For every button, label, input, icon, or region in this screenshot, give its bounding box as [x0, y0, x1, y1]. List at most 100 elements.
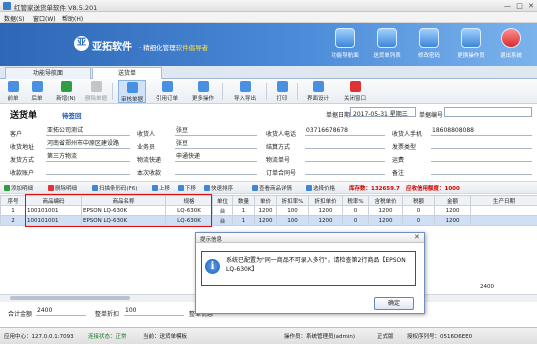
add-line-button[interactable]: 添加明细	[4, 184, 33, 192]
cell[interactable]: 0	[402, 215, 435, 226]
receiver-field[interactable]: 张豆	[175, 127, 257, 136]
new-button[interactable]: 新增(N)	[54, 80, 78, 103]
cell[interactable]: 1	[0, 205, 26, 216]
freight-field[interactable]	[431, 153, 532, 162]
cell[interactable]: 1200	[308, 205, 343, 216]
change-password-button[interactable]: 修改密码	[406, 26, 452, 64]
cell[interactable]: 100	[276, 215, 309, 226]
print-button[interactable]: 打印	[272, 80, 292, 103]
col-header[interactable]: 单位	[212, 195, 233, 206]
shipping-method-field[interactable]: 第三方物流	[46, 153, 130, 162]
cell[interactable]: 1200	[254, 205, 277, 216]
current-template: 当前：送货单模板	[143, 334, 188, 340]
cell[interactable]: 0	[342, 215, 369, 226]
current-payment-field[interactable]	[175, 166, 257, 175]
close-window-button[interactable]: 关闭窗口	[340, 80, 370, 103]
col-header[interactable]: 含税单价	[368, 195, 403, 206]
number-field[interactable]	[444, 107, 532, 117]
customer-field[interactable]: 亚拓公司测试	[46, 127, 130, 136]
select-price-button[interactable]: 选择价格	[306, 184, 335, 192]
toolbar-separator	[297, 83, 298, 100]
prev-record-button[interactable]: 前单	[4, 80, 22, 103]
ok-button[interactable]: 确定	[374, 297, 414, 310]
contract-number-field[interactable]	[305, 166, 385, 175]
audit-button[interactable]: 审核单据	[118, 80, 146, 103]
scrollbar-thumb[interactable]	[10, 296, 130, 300]
arrow-down-icon	[178, 185, 184, 191]
total-field[interactable]: 2400	[36, 307, 86, 316]
dialog-close-icon[interactable]: ✕	[414, 233, 420, 241]
cell[interactable]: 1200	[254, 215, 277, 226]
more-actions-button[interactable]: 更多操作	[189, 80, 217, 103]
settlement-label: 结算方式	[266, 144, 291, 151]
slogan-highlight: 软件倡导者	[175, 44, 209, 52]
label: 选择价格	[313, 186, 336, 192]
payment-account-field[interactable]	[46, 166, 130, 175]
cell[interactable]: 100	[276, 205, 309, 216]
next-record-button[interactable]: 后单	[28, 80, 46, 103]
col-header[interactable]: 序号	[0, 195, 26, 206]
slogan: · 精细化管理软件倡导者	[139, 42, 208, 52]
cell[interactable]: 1	[232, 215, 255, 226]
delete-line-button[interactable]: 删除明细	[48, 184, 77, 192]
courier-field[interactable]: 申通快递	[175, 153, 257, 162]
cell[interactable]: 2	[0, 215, 26, 226]
discount-field[interactable]: 100	[124, 307, 184, 316]
col-header[interactable]: 折扣单价	[308, 195, 343, 206]
import-export-button[interactable]: 导入导出	[230, 80, 260, 103]
tab-nav-panel[interactable]: 功能导航面	[5, 67, 91, 79]
move-down-button[interactable]: 下移	[178, 184, 196, 192]
delete-record-button[interactable]: 删除单据	[83, 80, 109, 103]
reference-order-button[interactable]: 引用订单	[153, 80, 181, 103]
scan-barcode-button[interactable]: 扫描条形码(F6)	[92, 184, 137, 192]
salesperson-field[interactable]: 张豆	[175, 140, 257, 149]
minimize-icon[interactable]: —	[504, 2, 511, 10]
close-icon[interactable]: ✕	[528, 2, 534, 10]
maximize-icon[interactable]: □	[516, 2, 523, 10]
cell[interactable]: 1200	[434, 215, 471, 226]
label: 后单	[31, 96, 43, 102]
col-header[interactable]: 金额	[434, 195, 471, 206]
quick-sort-button[interactable]: 快速排序	[204, 184, 233, 192]
app-icon	[3, 2, 11, 10]
check-icon	[126, 82, 138, 93]
tracking-number-field[interactable]	[305, 153, 385, 162]
col-header[interactable]: 数量	[232, 195, 255, 206]
col-header[interactable]: 单价	[254, 195, 277, 206]
cell[interactable]: 1	[232, 205, 255, 216]
exit-button[interactable]: 退出系统	[488, 26, 534, 64]
cell[interactable]	[470, 215, 537, 226]
tab-delivery[interactable]: 送货单	[92, 67, 162, 79]
remark-field[interactable]	[431, 166, 532, 175]
cell[interactable]: 台	[212, 205, 233, 216]
cell[interactable]: 1200	[368, 205, 403, 216]
menu-data[interactable]: 数据(S)	[4, 14, 25, 23]
cell[interactable]: 1200	[308, 215, 343, 226]
layout-design-button[interactable]: 界面设计	[303, 80, 333, 103]
receiver-phone-field[interactable]: 03716678678	[305, 127, 385, 136]
menu-help[interactable]: 帮助(H)	[62, 14, 83, 23]
move-up-button[interactable]: 上移	[152, 184, 170, 192]
receiver-mobile-field[interactable]: 18608808088	[431, 127, 532, 136]
view-product-details-button[interactable]: 查看商品详情	[252, 184, 292, 192]
cell[interactable]: 0	[402, 205, 435, 216]
col-header[interactable]: 税额	[402, 195, 435, 206]
invoice-type-field[interactable]	[431, 140, 532, 149]
settlement-field[interactable]	[305, 140, 385, 149]
address-field[interactable]: 河南省郑州市中原区建设路	[46, 140, 130, 149]
cell[interactable]: 台	[212, 215, 233, 226]
col-header[interactable]: 税率%	[342, 195, 369, 206]
menu-window[interactable]: 窗口(W)	[33, 14, 56, 23]
col-header[interactable]: 折扣率%	[276, 195, 309, 206]
nav-panel-button[interactable]: 功能导航面	[322, 26, 368, 64]
cell[interactable]	[470, 205, 537, 216]
cell[interactable]: 1200	[368, 215, 403, 226]
cell[interactable]: 1200	[434, 205, 471, 216]
cell[interactable]: 0	[342, 205, 369, 216]
date-field[interactable]: 2017-05-31 星期三	[350, 107, 416, 118]
link-icon	[161, 81, 173, 92]
col-header[interactable]: 生产日期	[470, 195, 537, 206]
dialog-title: 提示信息	[200, 237, 223, 243]
label: 引用订单	[155, 96, 178, 102]
delivery-list-button[interactable]: 送货单列表	[364, 26, 410, 64]
